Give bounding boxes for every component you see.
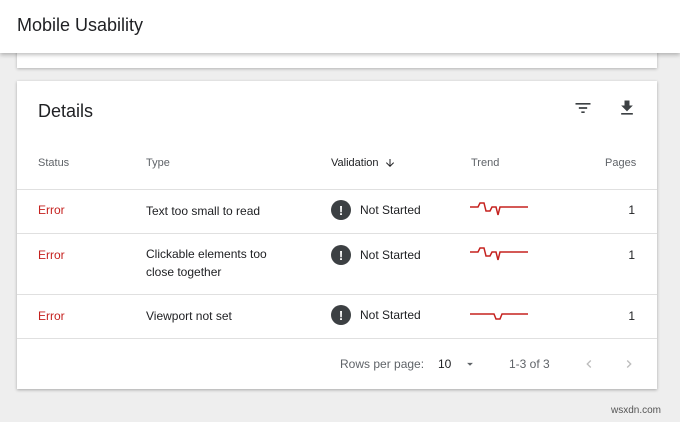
- table-row[interactable]: Error Clickable elements too close toget…: [17, 233, 657, 294]
- download-button[interactable]: [615, 96, 639, 120]
- next-page-button[interactable]: [616, 351, 642, 377]
- details-card: Details Status Type Validation Trend Pag…: [17, 81, 657, 389]
- download-icon: [621, 100, 633, 115]
- row-status: Error: [38, 203, 65, 217]
- table-row[interactable]: Error Viewport not set ! Not Started 1: [17, 294, 657, 338]
- row-pages: 1: [628, 203, 635, 217]
- top-app-bar: Mobile Usability: [0, 0, 680, 53]
- row-validation: ! Not Started: [331, 245, 421, 265]
- row-status: Error: [38, 248, 65, 262]
- dropdown-arrow-icon: [467, 362, 474, 366]
- row-type: Text too small to read: [146, 204, 261, 218]
- row-validation: ! Not Started: [331, 305, 421, 325]
- page-title: Mobile Usability: [17, 15, 144, 35]
- filter-icon: [575, 103, 591, 113]
- exclamation-icon: !: [331, 305, 351, 325]
- sort-arrow-down-icon: [385, 159, 394, 167]
- details-title: Details: [38, 101, 94, 121]
- row-type: Clickable elements too close together: [146, 247, 267, 279]
- column-header-trend[interactable]: Trend: [471, 157, 499, 169]
- table-row[interactable]: Error Text too small to read ! Not Start…: [17, 189, 657, 233]
- row-validation-label: Not Started: [360, 308, 421, 322]
- trend-sparkline: [470, 244, 530, 267]
- column-header-type[interactable]: Type: [146, 157, 170, 169]
- column-header-validation-label: Validation: [331, 157, 379, 169]
- row-pages: 1: [628, 309, 635, 323]
- row-validation-label: Not Started: [360, 248, 421, 262]
- filter-button[interactable]: [571, 96, 595, 120]
- trend-sparkline: [470, 199, 530, 222]
- watermark: wsxdn.com: [611, 405, 662, 416]
- trend-sparkline: [470, 305, 530, 328]
- row-validation: ! Not Started: [331, 200, 421, 220]
- previous-page-button[interactable]: [576, 351, 602, 377]
- pagination-footer: Rows per page: 10 1-3 of 3: [17, 349, 657, 379]
- exclamation-icon: !: [331, 245, 351, 265]
- column-header-status[interactable]: Status: [38, 157, 69, 169]
- row-status: Error: [38, 309, 65, 323]
- column-header-validation[interactable]: Validation: [331, 157, 396, 169]
- chevron-left-icon: [586, 360, 592, 368]
- row-validation-label: Not Started: [360, 203, 421, 217]
- row-pages: 1: [628, 248, 635, 262]
- exclamation-icon: !: [331, 200, 351, 220]
- column-header-pages[interactable]: Pages: [605, 157, 636, 169]
- rows-per-page-select[interactable]: 10: [438, 353, 484, 375]
- pagination-range: 1-3 of 3: [509, 357, 550, 371]
- chevron-right-icon: [626, 360, 632, 368]
- row-divider: [17, 338, 657, 339]
- row-type: Viewport not set: [146, 309, 232, 323]
- rows-per-page-value: 10: [438, 357, 452, 371]
- rows-per-page-label: Rows per page:: [340, 357, 425, 371]
